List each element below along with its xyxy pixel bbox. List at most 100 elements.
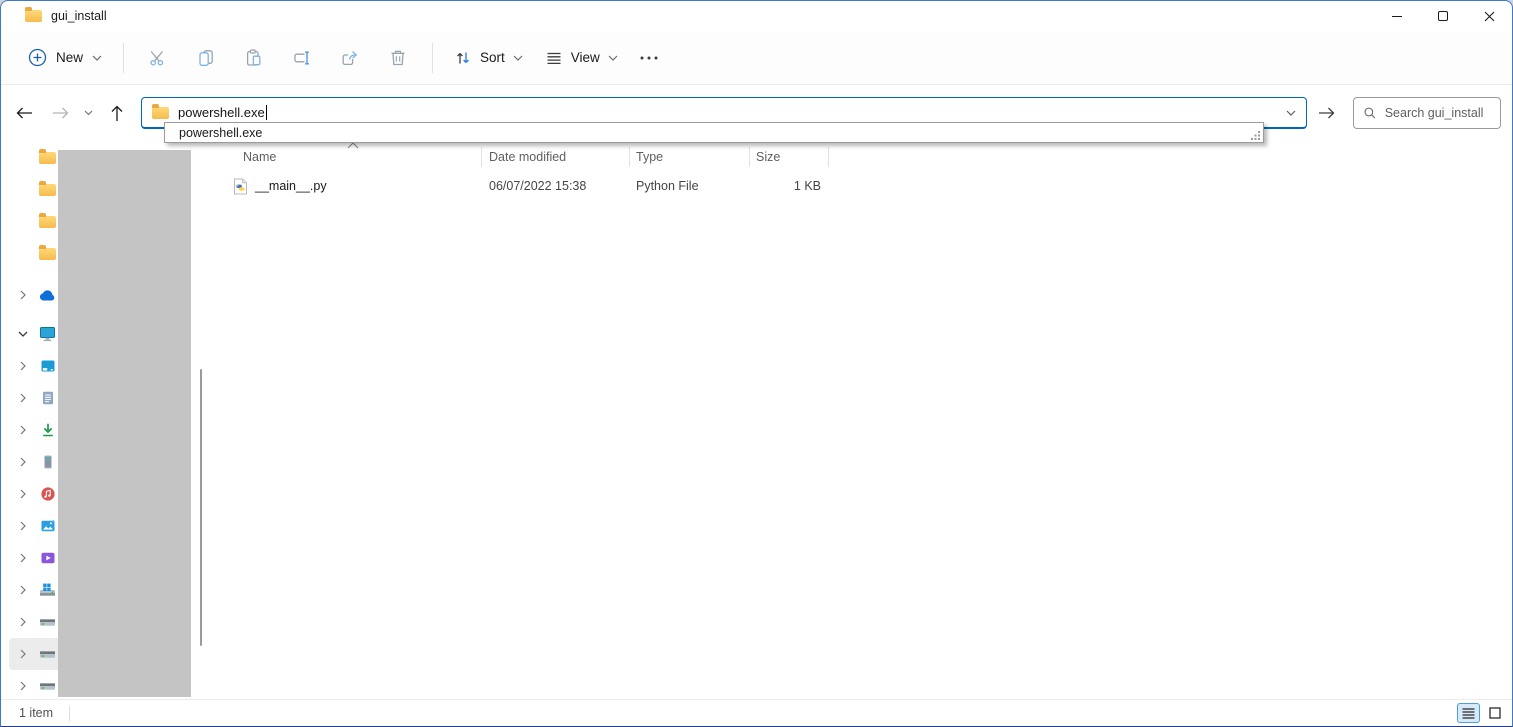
expand-chevron-icon[interactable]	[17, 360, 29, 372]
expand-chevron-icon[interactable]	[17, 520, 29, 532]
search-box[interactable]	[1353, 97, 1501, 129]
minimize-button[interactable]	[1374, 1, 1420, 31]
chevron-down-icon	[513, 55, 523, 61]
onedrive-icon	[39, 287, 56, 304]
sort-button[interactable]: Sort	[443, 39, 534, 77]
pictures-icon	[39, 518, 56, 535]
copy-icon	[196, 48, 216, 68]
toolbar-divider	[432, 43, 433, 73]
expand-chevron-icon[interactable]	[17, 584, 29, 596]
documents-icon	[39, 390, 56, 407]
column-header-size[interactable]: Size	[756, 147, 780, 167]
address-autocomplete-dropdown: powershell.exe	[164, 122, 1264, 143]
recent-locations-button[interactable]	[77, 98, 99, 128]
address-dropdown-button[interactable]	[1286, 110, 1296, 116]
go-to-button[interactable]	[1311, 97, 1341, 129]
sort-button-label: Sort	[480, 50, 505, 65]
titlebar: gui_install	[1, 1, 1512, 31]
expand-chevron-icon[interactable]	[17, 424, 29, 436]
close-button[interactable]	[1466, 1, 1512, 31]
local-disk-icon	[39, 678, 56, 695]
address-folder-icon	[152, 107, 169, 119]
folder-icon	[39, 216, 56, 228]
column-divider[interactable]	[629, 147, 630, 167]
expand-chevron-icon[interactable]	[17, 616, 29, 628]
file-size: 1 KB	[739, 175, 821, 197]
videos-icon	[39, 550, 56, 567]
maximize-button[interactable]	[1420, 1, 1466, 31]
file-list-pane: Name Date modified Type Size __ma	[211, 141, 1512, 699]
window-controls	[1374, 1, 1512, 31]
view-toggles	[1457, 703, 1506, 723]
window-title: gui_install	[51, 9, 107, 23]
autocomplete-suggestion[interactable]: powershell.exe	[179, 126, 262, 140]
expand-chevron-icon[interactable]	[17, 680, 29, 692]
window-folder-icon	[25, 10, 42, 22]
file-type: Python File	[636, 175, 699, 197]
item-count: 1 item	[19, 706, 53, 720]
paste-icon	[244, 48, 264, 68]
delete-icon	[388, 48, 408, 68]
expand-chevron-icon[interactable]	[17, 552, 29, 564]
expand-chevron-icon[interactable]	[17, 648, 29, 660]
local-disk-icon	[39, 646, 56, 663]
new-button-label: New	[56, 50, 83, 65]
search-input[interactable]	[1385, 106, 1490, 120]
sort-icon	[454, 49, 472, 67]
collapse-chevron-icon[interactable]	[17, 328, 29, 340]
column-header-name[interactable]: Name	[243, 147, 276, 167]
column-header-type[interactable]: Type	[636, 147, 663, 167]
forward-button[interactable]	[45, 98, 75, 128]
local-disk-icon	[39, 614, 56, 631]
up-button[interactable]	[102, 98, 132, 128]
explorer-body: Name Date modified Type Size __ma	[1, 141, 1512, 699]
file-row[interactable]: __main__.py 06/07/2022 15:38 Python File…	[211, 175, 1512, 197]
resize-grip-icon[interactable]	[1251, 130, 1261, 140]
details-view-button[interactable]	[1457, 703, 1480, 723]
redacted-labels-block	[58, 150, 191, 697]
copy-button[interactable]	[182, 38, 230, 78]
ellipsis-icon	[640, 56, 658, 60]
back-arrow-icon	[16, 106, 33, 120]
column-header-date-modified[interactable]: Date modified	[489, 147, 566, 167]
phone-icon	[39, 454, 56, 471]
minimize-icon	[1392, 16, 1402, 17]
up-arrow-icon	[110, 105, 124, 122]
status-bar: 1 item	[1, 699, 1512, 726]
sidebar-scrollbar[interactable]	[200, 369, 202, 646]
file-name: __main__.py	[255, 175, 327, 197]
address-input-text: powershell.exe	[178, 105, 265, 120]
new-button[interactable]: New	[17, 39, 113, 77]
cut-button[interactable]	[134, 38, 182, 78]
delete-button[interactable]	[374, 38, 422, 78]
folder-icon	[39, 152, 56, 164]
text-cursor	[266, 105, 267, 120]
downloads-icon	[39, 422, 56, 439]
paste-button[interactable]	[230, 38, 278, 78]
expand-chevron-icon[interactable]	[17, 488, 29, 500]
forward-arrow-icon	[52, 106, 69, 120]
folder-icon	[39, 184, 56, 196]
column-divider[interactable]	[749, 147, 750, 167]
column-divider[interactable]	[481, 147, 482, 167]
toolbar-divider	[123, 43, 124, 73]
expand-chevron-icon[interactable]	[17, 392, 29, 404]
plus-circle-icon	[28, 48, 47, 67]
windows-drive-icon	[39, 582, 56, 599]
this-pc-icon	[39, 326, 56, 343]
file-date-modified: 06/07/2022 15:38	[489, 175, 586, 197]
sort-ascending-icon	[347, 142, 359, 149]
view-button-label: View	[571, 50, 600, 65]
maximize-icon	[1438, 11, 1448, 21]
back-button[interactable]	[9, 98, 39, 128]
large-icons-view-button[interactable]	[1483, 703, 1506, 723]
chevron-down-icon	[608, 55, 618, 61]
column-divider[interactable]	[828, 147, 829, 167]
see-more-button[interactable]	[629, 39, 669, 77]
expand-chevron-icon[interactable]	[17, 456, 29, 468]
expand-chevron-icon[interactable]	[17, 289, 29, 301]
rename-button[interactable]	[278, 38, 326, 78]
share-button[interactable]	[326, 38, 374, 78]
view-button[interactable]: View	[534, 39, 629, 77]
rename-icon	[292, 48, 312, 68]
